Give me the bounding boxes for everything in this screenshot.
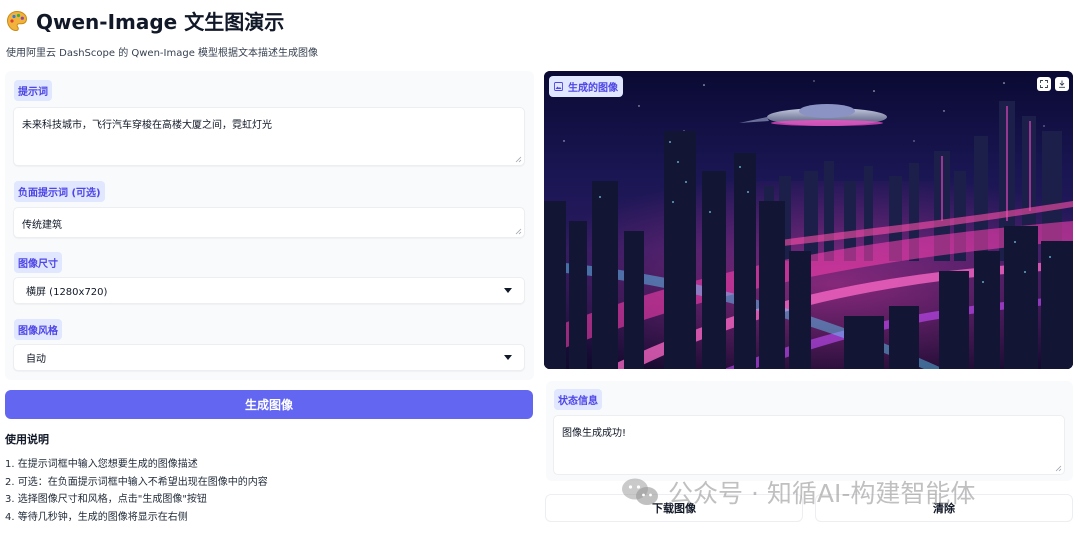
usage-step: 4. 等待几秒钟，生成的图像将显示在右侧	[5, 511, 188, 523]
style-label: 图像风格	[14, 319, 62, 340]
resize-grip-icon[interactable]	[1055, 465, 1062, 472]
status-panel: 状态信息 图像生成成功!	[546, 381, 1073, 481]
palette-icon	[6, 10, 28, 32]
fullscreen-icon	[1040, 80, 1048, 88]
generated-image	[544, 71, 1073, 369]
usage-step: 2. 可选：在负面提示词框中输入不希望出现在图像中的内容	[5, 476, 268, 488]
generated-image-label-text: 生成的图像	[568, 83, 618, 94]
generate-image-button[interactable]: 生成图像	[5, 390, 533, 419]
usage-title: 使用说明	[5, 433, 49, 446]
page-subtitle: 使用阿里云 DashScope 的 Qwen-Image 模型根据文本描述生成图…	[6, 48, 319, 59]
negative-prompt-text: 传统建筑	[22, 220, 62, 231]
page-title: Qwen-Image 文生图演示	[36, 10, 285, 34]
page-title-row: Qwen-Image 文生图演示	[6, 6, 284, 35]
usage-step: 3. 选择图像尺寸和风格，点击"生成图像"按钮	[5, 494, 207, 505]
image-download-button[interactable]	[1055, 77, 1069, 91]
watermark: 公众号 · 知循AI-构建智能体	[620, 474, 975, 510]
style-selected-value: 自动	[26, 354, 46, 365]
size-select[interactable]: 横屏 (1280x720)	[13, 277, 525, 304]
wechat-icon	[622, 478, 658, 505]
chevron-down-icon	[504, 355, 512, 360]
resize-grip-icon[interactable]	[515, 228, 522, 235]
size-selected-value: 横屏 (1280x720)	[26, 287, 108, 298]
usage-steps-list: 1. 在提示词框中输入您想要生成的图像描述 2. 可选：在负面提示词框中输入不希…	[5, 458, 268, 528]
negative-prompt-textarea[interactable]: 传统建筑	[13, 207, 525, 238]
status-label: 状态信息	[554, 389, 602, 410]
prompt-textarea[interactable]: 未来科技城市，飞行汽车穿梭在高楼大厦之间，霓虹灯光	[13, 107, 525, 166]
chevron-down-icon	[504, 288, 512, 293]
input-form-panel: 提示词 未来科技城市，飞行汽车穿梭在高楼大厦之间，霓虹灯光 负面提示词 (可选)…	[5, 71, 534, 380]
prompt-label: 提示词	[14, 80, 52, 101]
watermark-text: 公众号 · 知循AI-构建智能体	[668, 479, 976, 508]
generated-image-panel: 生成的图像	[544, 71, 1073, 369]
prompt-text: 未来科技城市，飞行汽车穿梭在高楼大厦之间，霓虹灯光	[22, 120, 272, 131]
image-icon	[554, 82, 563, 91]
usage-step: 1. 在提示词框中输入您想要生成的图像描述	[5, 459, 198, 470]
status-textbox[interactable]: 图像生成成功!	[553, 415, 1065, 475]
resize-grip-icon[interactable]	[515, 156, 522, 163]
size-label: 图像尺寸	[14, 252, 62, 273]
negative-prompt-label: 负面提示词 (可选)	[14, 181, 105, 202]
fullscreen-button[interactable]	[1037, 77, 1051, 91]
style-select[interactable]: 自动	[13, 344, 525, 371]
download-icon	[1059, 80, 1065, 88]
status-text: 图像生成成功!	[562, 428, 627, 439]
generated-image-label: 生成的图像	[549, 76, 623, 97]
